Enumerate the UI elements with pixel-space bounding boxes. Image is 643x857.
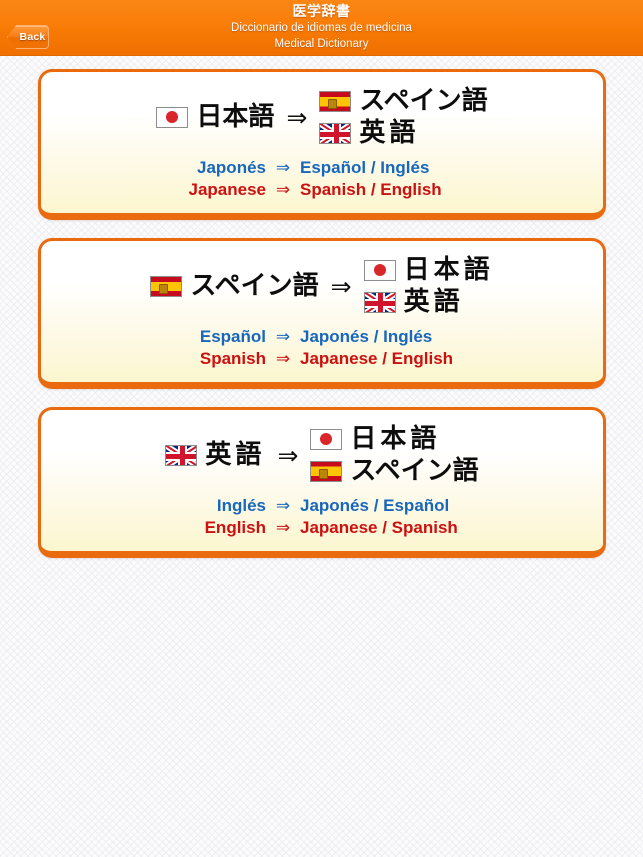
arrow-icon: ⇒ — [275, 496, 291, 516]
english-caption-row: Spanish ⇒ Japanese / English — [51, 348, 593, 370]
arrow-icon: ⇒ — [286, 102, 308, 132]
es-flag-icon — [319, 90, 352, 112]
target-language-label: 日本語 — [350, 424, 441, 454]
target-language-item: スペイン語 — [319, 86, 488, 116]
english-target-label: Spanish / English — [300, 180, 442, 199]
target-language-label: 日本語 — [403, 255, 494, 285]
language-heading-row: 日本語 ⇒ スペイン語 英語 — [41, 86, 603, 148]
spanish-caption-row: Japonés ⇒ Español / Inglés — [51, 157, 593, 179]
english-target-label: Japanese / Spanish — [300, 518, 458, 537]
target-language-item: 日本語 — [363, 255, 494, 285]
arrow-icon: ⇒ — [275, 518, 291, 538]
target-language-item: 英語 — [319, 118, 487, 148]
language-pair-card-spanish[interactable]: スペイン語 ⇒ 日本語 英語 Español ⇒ Japonés / Inglé… — [38, 238, 606, 389]
page-subtitle-spanish: Diccionario de idiomas de medicina — [231, 22, 412, 34]
spanish-caption-row: Inglés ⇒ Japonés / Español — [51, 495, 593, 517]
target-languages: 日本語 スペイン語 — [310, 424, 479, 486]
language-pair-card-japanese[interactable]: 日本語 ⇒ スペイン語 英語 Japonés ⇒ Español / Inglé… — [38, 69, 606, 220]
arrow-icon: ⇒ — [330, 271, 352, 301]
arrow-icon: ⇒ — [275, 158, 291, 178]
target-language-label: 英語 — [359, 118, 420, 148]
target-language-item: スペイン語 — [310, 456, 479, 486]
back-button-label: Back — [19, 31, 46, 43]
jp-flag-icon — [310, 428, 343, 450]
page-title-japanese: 医学辞書 — [292, 3, 351, 19]
es-flag-icon — [150, 275, 183, 297]
page-subtitle-english: Medical Dictionary — [274, 38, 369, 50]
english-caption-row: Japanese ⇒ Spanish / English — [51, 179, 593, 201]
back-button[interactable]: Back — [7, 25, 49, 49]
target-languages: スペイン語 英語 — [319, 86, 488, 148]
jp-flag-icon — [363, 259, 396, 281]
arrow-icon: ⇒ — [275, 180, 291, 200]
header-title-group: 医学辞書 Diccionario de idiomas de medicina … — [0, 3, 643, 52]
translation-subrows: Japonés ⇒ Español / Inglés Japanese ⇒ Sp… — [41, 157, 603, 201]
spanish-source-label: Español — [199, 327, 266, 346]
english-caption-row: English ⇒ Japanese / Spanish — [51, 517, 593, 539]
english-source-label: English — [204, 518, 266, 537]
arrow-icon: ⇒ — [275, 349, 291, 369]
source-language-label: スペイン語 — [190, 271, 319, 301]
spanish-target-label: Japonés / Inglés — [300, 327, 433, 346]
target-language-item: 日本語 — [310, 424, 478, 454]
target-language-label: スペイン語 — [350, 456, 479, 486]
translation-subrows: Español ⇒ Japonés / Inglés Spanish ⇒ Jap… — [41, 326, 603, 370]
source-language-label: 英語 — [205, 440, 266, 470]
source-language: 英語 — [165, 440, 265, 470]
source-language-label: 日本語 — [196, 102, 275, 132]
target-languages: 日本語 英語 — [363, 255, 494, 317]
target-language-label: 英語 — [403, 287, 464, 317]
arrow-icon: ⇒ — [277, 440, 299, 470]
arrow-icon: ⇒ — [275, 327, 291, 347]
spanish-source-label: Inglés — [216, 496, 266, 515]
uk-flag-icon — [363, 291, 396, 313]
spanish-source-label: Japonés — [197, 158, 266, 177]
language-pair-card-english[interactable]: 英語 ⇒ 日本語 スペイン語 Inglés ⇒ Japonés / Españo… — [38, 407, 606, 558]
translation-subrows: Inglés ⇒ Japonés / Español English ⇒ Jap… — [41, 495, 603, 539]
english-source-label: Japanese — [188, 180, 267, 199]
language-pair-list: 日本語 ⇒ スペイン語 英語 Japonés ⇒ Español / Inglé… — [38, 69, 606, 558]
target-language-item: 英語 — [363, 287, 494, 317]
language-heading-row: 英語 ⇒ 日本語 スペイン語 — [41, 424, 603, 486]
spanish-target-label: Español / Inglés — [300, 158, 430, 177]
es-flag-icon — [310, 460, 343, 482]
spanish-target-label: Japonés / Español — [300, 496, 450, 515]
uk-flag-icon — [165, 444, 198, 466]
jp-flag-icon — [156, 106, 189, 128]
spanish-caption-row: Español ⇒ Japonés / Inglés — [51, 326, 593, 348]
english-target-label: Japanese / English — [300, 349, 454, 368]
language-heading-row: スペイン語 ⇒ 日本語 英語 — [41, 255, 603, 317]
english-source-label: Spanish — [199, 349, 266, 368]
source-language: スペイン語 — [150, 271, 319, 301]
uk-flag-icon — [319, 122, 352, 144]
app-header: 医学辞書 Diccionario de idiomas de medicina … — [0, 0, 643, 56]
target-language-label: スペイン語 — [359, 86, 488, 116]
source-language: 日本語 — [156, 102, 274, 132]
